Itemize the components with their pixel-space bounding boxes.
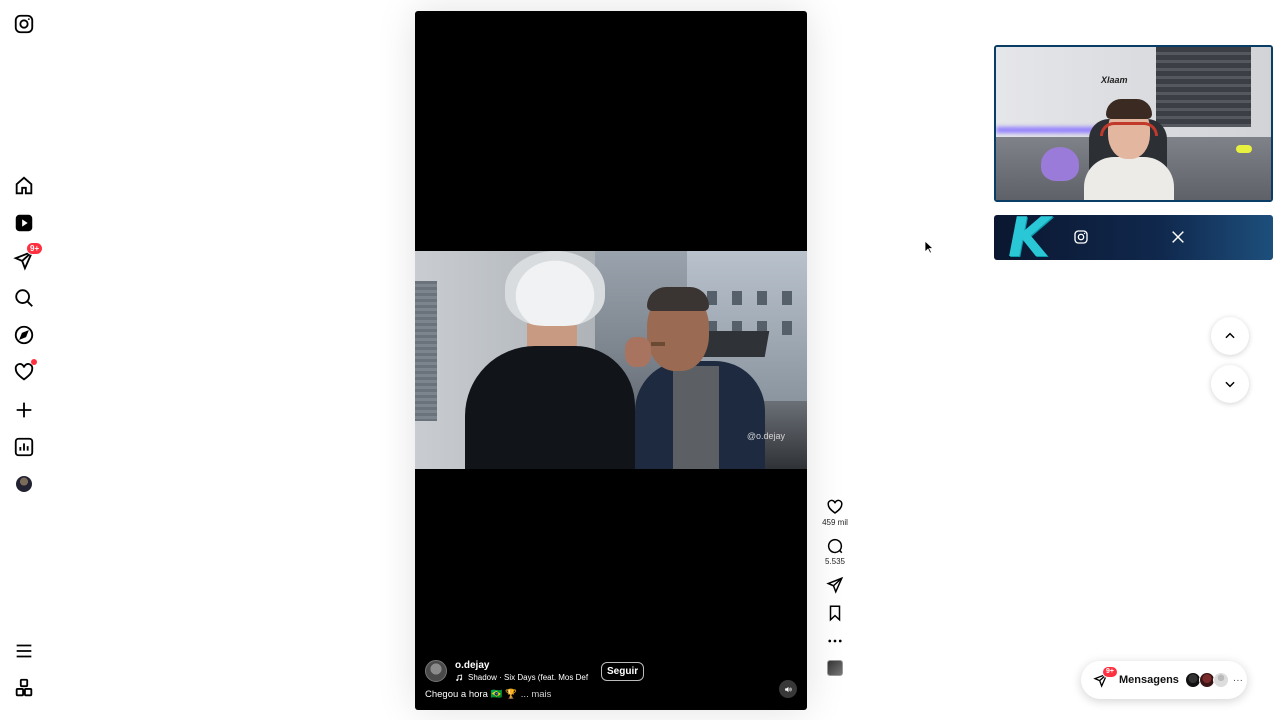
audio-track[interactable]: Shadow · Six Days (feat. Mos Def bbox=[455, 673, 593, 682]
notifications-heart-icon[interactable] bbox=[12, 359, 37, 384]
instagram-logo-icon[interactable] bbox=[12, 12, 36, 36]
mouse-cursor-icon bbox=[924, 240, 934, 254]
notification-dot bbox=[31, 359, 37, 365]
page: 9+ @o.dejay o.dejay Shadow · Six Days (f… bbox=[0, 0, 1280, 720]
also-from-meta-icon[interactable] bbox=[12, 676, 36, 700]
like-count: 459 mil bbox=[822, 518, 848, 527]
home-icon[interactable] bbox=[12, 174, 36, 198]
send-icon bbox=[826, 576, 844, 594]
profile-avatar[interactable] bbox=[12, 472, 36, 496]
bookmark-icon bbox=[829, 605, 841, 622]
more-conversations: ··· bbox=[1232, 674, 1243, 686]
next-reel-button[interactable] bbox=[1211, 365, 1249, 403]
direct-messages-icon[interactable]: 9+ bbox=[12, 242, 44, 272]
music-note-icon bbox=[456, 674, 463, 681]
social-banner-overlay: K bbox=[994, 211, 1273, 265]
original-audio-button[interactable] bbox=[815, 660, 855, 676]
messages-label: Mensagens bbox=[1119, 674, 1179, 686]
mute-button[interactable] bbox=[779, 680, 797, 698]
instagram-icon bbox=[1072, 228, 1090, 246]
explore-icon[interactable] bbox=[12, 323, 36, 347]
direct-messages-badge: 9+ bbox=[26, 242, 44, 255]
comment-count: 5.535 bbox=[824, 557, 846, 566]
audio-thumbnail bbox=[827, 660, 843, 676]
search-icon[interactable] bbox=[12, 286, 36, 310]
menu-icon[interactable] bbox=[12, 639, 36, 663]
speaker-icon bbox=[784, 686, 792, 692]
webcam-overlay: Xlaam bbox=[994, 45, 1273, 202]
comment-icon bbox=[827, 538, 843, 554]
share-button[interactable] bbox=[815, 576, 855, 594]
reels-icon[interactable] bbox=[12, 211, 36, 235]
reel-actions: 459 mil 5.535 bbox=[815, 498, 855, 686]
profile-avatar-image bbox=[16, 476, 32, 492]
reel-video[interactable]: @o.dejay o.dejay Shadow · Six Days (feat… bbox=[415, 11, 807, 710]
k-logo: K bbox=[1008, 206, 1050, 269]
reel-video-frame: @o.dejay bbox=[415, 251, 807, 469]
messages-button[interactable]: 9+ Mensagens ··· bbox=[1081, 661, 1247, 699]
save-button[interactable] bbox=[815, 604, 855, 622]
avatar bbox=[1212, 672, 1229, 688]
video-watermark: @o.dejay bbox=[746, 431, 785, 441]
messages-badge: 9+ bbox=[1102, 666, 1118, 678]
messages-avatars: ··· bbox=[1184, 672, 1243, 688]
reel-info: o.dejay Shadow · Six Days (feat. Mos Def… bbox=[425, 660, 797, 700]
caption-more-link[interactable]: ... mais bbox=[521, 689, 552, 700]
previous-reel-button[interactable] bbox=[1211, 317, 1249, 355]
comment-button[interactable]: 5.535 bbox=[815, 537, 855, 566]
follow-button[interactable]: Seguir bbox=[601, 661, 645, 681]
wall-sign: Xlaam bbox=[1101, 75, 1128, 85]
create-plus-icon[interactable] bbox=[12, 398, 36, 422]
chevron-up-icon bbox=[1225, 332, 1235, 339]
more-options-button[interactable] bbox=[815, 632, 855, 650]
like-button[interactable]: 459 mil bbox=[815, 498, 855, 527]
dashboard-icon[interactable] bbox=[12, 435, 36, 459]
heart-icon bbox=[827, 499, 843, 514]
more-dots-icon bbox=[828, 639, 842, 643]
audio-track-name: Shadow · Six Days (feat. Mos Def bbox=[468, 673, 589, 682]
x-twitter-icon bbox=[1169, 228, 1187, 246]
chevron-down-icon bbox=[1225, 381, 1235, 388]
author-avatar[interactable] bbox=[425, 660, 447, 682]
messages-send-icon: 9+ bbox=[1093, 666, 1118, 688]
author-username[interactable]: o.dejay bbox=[455, 660, 593, 671]
reel-caption: Chegou a hora 🇧🇷 🏆 bbox=[425, 689, 517, 700]
left-nav: 9+ bbox=[0, 0, 48, 720]
